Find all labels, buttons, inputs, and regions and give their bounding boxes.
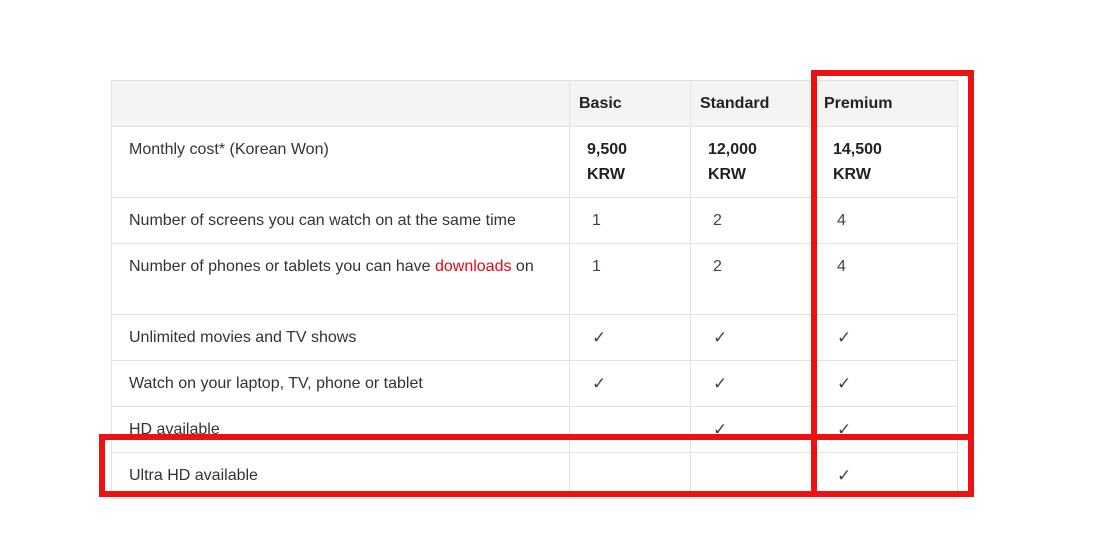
- basic-check-icon: [569, 452, 691, 499]
- standard-value: 2: [690, 197, 813, 244]
- table-row-downloads: Number of phones or tablets you can have…: [111, 243, 958, 315]
- downloads-link[interactable]: downloads: [435, 258, 512, 275]
- premium-value: 4: [812, 197, 958, 244]
- premium-cost-amount: 14,500: [833, 141, 882, 158]
- feature-label: Monthly cost* (Korean Won): [111, 126, 570, 198]
- basic-cost-amount: 9,500: [587, 141, 628, 158]
- premium-check-icon: ✓: [812, 452, 958, 499]
- standard-value: 2: [690, 243, 813, 315]
- standard-check-icon: [690, 452, 813, 499]
- premium-check-icon: ✓: [812, 360, 958, 407]
- basic-cost-currency: KRW: [587, 166, 625, 183]
- feature-label-text-end: on: [511, 258, 534, 275]
- table-row-unlimited: Unlimited movies and TV shows ✓ ✓ ✓: [111, 314, 958, 361]
- premium-check-icon: ✓: [812, 406, 958, 453]
- basic-value: 1: [569, 197, 691, 244]
- feature-label: Unlimited movies and TV shows: [111, 314, 570, 361]
- premium-check-icon: ✓: [812, 314, 958, 361]
- premium-value: 4: [812, 243, 958, 315]
- header-basic: Basic: [569, 80, 691, 127]
- plan-comparison-table: Basic Standard Premium Monthly cost* (Ko…: [111, 80, 958, 499]
- feature-label-text: Number of phones or tablets you can have: [129, 258, 435, 275]
- standard-cost-amount: 12,000: [708, 141, 757, 158]
- standard-check-icon: ✓: [690, 314, 813, 361]
- table-row-ultra-hd: Ultra HD available ✓: [111, 452, 958, 499]
- standard-check-icon: ✓: [690, 406, 813, 453]
- basic-check-icon: ✓: [569, 314, 691, 361]
- table-row-monthly-cost: Monthly cost* (Korean Won) 9,500 KRW 12,…: [111, 126, 958, 198]
- table-row-devices: Watch on your laptop, TV, phone or table…: [111, 360, 958, 407]
- standard-cost: 12,000 KRW: [690, 126, 813, 198]
- standard-check-icon: ✓: [690, 360, 813, 407]
- table-header-row: Basic Standard Premium: [111, 80, 958, 127]
- header-premium: Premium: [812, 80, 958, 127]
- header-standard: Standard: [690, 80, 813, 127]
- basic-cost: 9,500 KRW: [569, 126, 691, 198]
- basic-value: 1: [569, 243, 691, 315]
- premium-cost-currency: KRW: [833, 166, 871, 183]
- feature-label: Watch on your laptop, TV, phone or table…: [111, 360, 570, 407]
- table-row-hd: HD available ✓ ✓: [111, 406, 958, 453]
- table-row-screens: Number of screens you can watch on at th…: [111, 197, 958, 244]
- feature-label: Ultra HD available: [111, 452, 570, 499]
- standard-cost-currency: KRW: [708, 166, 746, 183]
- basic-check-icon: [569, 406, 691, 453]
- basic-check-icon: ✓: [569, 360, 691, 407]
- header-feature: [111, 80, 570, 127]
- feature-label: Number of phones or tablets you can have…: [111, 243, 570, 315]
- feature-label: Number of screens you can watch on at th…: [111, 197, 570, 244]
- feature-label: HD available: [111, 406, 570, 453]
- premium-cost: 14,500 KRW: [812, 126, 958, 198]
